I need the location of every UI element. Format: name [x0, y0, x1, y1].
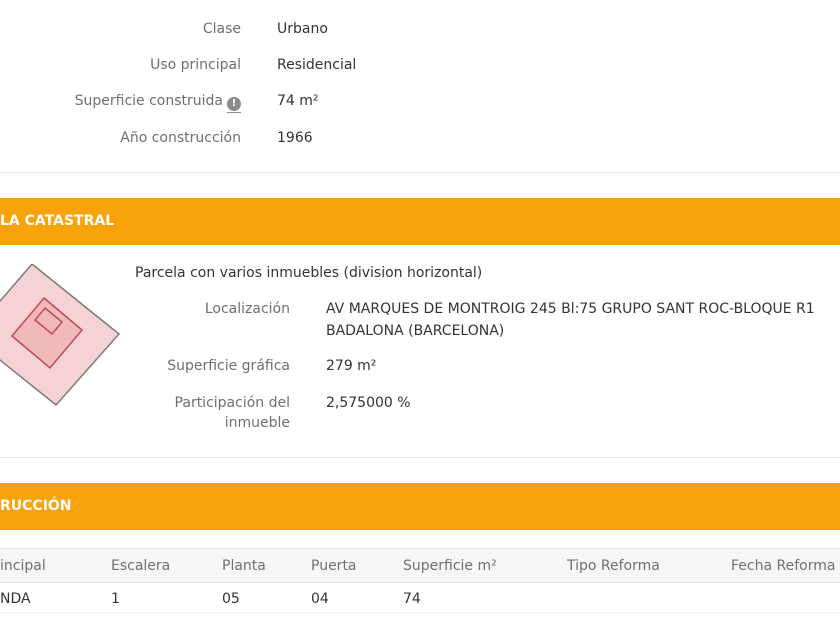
parcela-catastral-header: LA CATASTRAL [0, 198, 840, 245]
col-header-planta: Planta [222, 558, 266, 574]
parcela-catastral-title: LA CATASTRAL [0, 213, 115, 229]
superficie-construida-value: 74 m² [277, 93, 319, 109]
cell-superficie: 74 [403, 591, 421, 607]
col-header-superficie: Superficie m² [403, 558, 497, 574]
superficie-info-button[interactable]: ! [223, 93, 241, 113]
col-header-escalera: Escalera [111, 558, 171, 574]
localizacion-line-1: AV MARQUES DE MONTROIG 245 Bl:75 GRUPO S… [326, 301, 815, 317]
building-info-panel: Clase Urbano Uso principal Residencial S… [0, 0, 840, 173]
localizacion-line-2: BADALONA (BARCELONA) [326, 323, 505, 339]
cell-planta: 05 [222, 591, 240, 607]
cell-uso-principal: NDA [0, 591, 31, 607]
col-header-fecha-reforma: Fecha Reforma [731, 558, 836, 574]
info-circle-icon: ! [227, 97, 241, 111]
cell-escalera: 1 [111, 591, 120, 607]
col-header-uso-principal: incipal [0, 558, 46, 574]
superficie-grafica-value: 279 m² [326, 358, 377, 374]
parcel-map-thumbnail[interactable] [0, 264, 122, 408]
col-header-tipo-reforma: Tipo Reforma [567, 558, 660, 574]
anio-construccion-value: 1966 [277, 130, 313, 146]
cell-puerta: 04 [311, 591, 329, 607]
clase-value: Urbano [277, 21, 328, 37]
superficie-construida-label-row: Superficie construida! [0, 93, 241, 113]
uso-principal-label: Uso principal [150, 57, 241, 73]
construccion-header: RUCCIÓN [0, 483, 840, 530]
uso-principal-value: Residencial [277, 57, 357, 73]
parcel-description: Parcela con varios inmuebles (division h… [135, 265, 483, 281]
col-header-puerta: Puerta [311, 558, 357, 574]
superficie-construida-label: Superficie construida [74, 93, 223, 109]
table-row: NDA 1 05 04 74 [0, 582, 840, 613]
table-header-row: incipal Escalera Planta Puerta Superfici… [0, 548, 840, 583]
anio-construccion-label: Año construcción [120, 130, 241, 146]
parcel-info-panel: Parcela con varios inmuebles (division h… [0, 245, 840, 458]
construccion-title: RUCCIÓN [0, 498, 72, 514]
clase-label: Clase [202, 21, 241, 37]
participacion-label-line-2: inmueble [224, 415, 290, 431]
participacion-value: 2,575000 % [326, 395, 411, 411]
